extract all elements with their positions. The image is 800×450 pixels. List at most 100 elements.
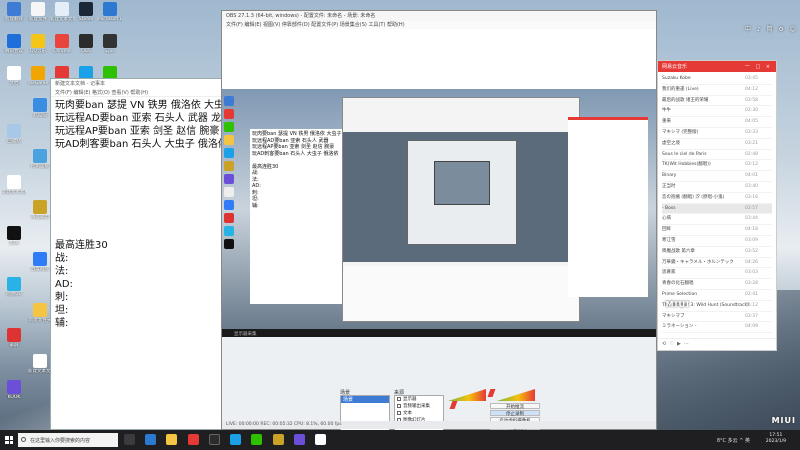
desktop-icon[interactable]: QQ音乐 xyxy=(26,34,50,54)
desktop-icon[interactable]: OBS xyxy=(74,34,98,54)
track-row[interactable]: 我们的重逢 (Live) 04:12 xyxy=(662,85,772,96)
taskbar-search[interactable]: 在这里输入你要搜索的内容 xyxy=(18,433,118,447)
track-row[interactable]: TK(Wit Hobbies(翻唱)) 03:12 xyxy=(662,160,772,172)
obs-preview[interactable]: 玩肉要ban 瑟提 VN 铁男 俄洛依 大虫子 玩远程AD要ban 亚索 石头人 … xyxy=(222,89,656,329)
notepad-content[interactable]: 玩肉要ban 瑟提 VN 铁男 俄洛依 大虫子 玩远程AD要ban 亚索 石头人… xyxy=(51,97,224,332)
desktop-icon[interactable]: 新建文件 xyxy=(26,2,50,22)
track-row[interactable]: 恋の抱擁 (翻唱) 汐 (原唱-小鬼) 03:16 xyxy=(662,193,772,204)
mute-icon[interactable] xyxy=(449,401,458,409)
desktop-icon[interactable]: 新建文本文档 xyxy=(2,174,26,195)
notepad-window[interactable]: 新建文本文档 - 记事本 文件(F) 编辑(E) 格式(O) 查看(V) 帮助(… xyxy=(50,78,225,430)
mute-icon[interactable] xyxy=(487,389,496,397)
desktop-icon[interactable]: 英雄联盟 xyxy=(28,200,52,220)
track-row[interactable]: Sous le ciel de Paris 02:48 xyxy=(662,150,772,161)
track-row[interactable]: 心病 03:44 xyxy=(662,214,772,226)
desktop-icon[interactable]: Microsoft Edge xyxy=(98,2,122,22)
obs-app-icon[interactable] xyxy=(208,434,220,445)
track-row[interactable]: マキシマ (完整版) 03:33 xyxy=(662,128,772,139)
task-view-icon[interactable] xyxy=(124,434,135,445)
obs-menu[interactable]: 文件(F) 编辑(E) 视图(V) 停靠部件(D) 配置文件(P) 场景集合(S… xyxy=(222,21,656,29)
desktop-icon-label: Chrome xyxy=(53,49,71,54)
volume-meter[interactable] xyxy=(497,389,535,401)
wechat-icon[interactable] xyxy=(251,434,263,445)
edge-icon[interactable] xyxy=(145,434,157,445)
kook-icon[interactable] xyxy=(293,434,305,445)
desktop-icon[interactable]: 百度网盘 xyxy=(28,251,52,272)
track-name: Binary xyxy=(662,173,677,179)
qq-icon[interactable] xyxy=(230,434,242,445)
track-name: Suzaku Kobe xyxy=(662,76,691,81)
desktop-icon[interactable]: Epic xyxy=(98,34,122,54)
track-row[interactable]: 降魔战歌 第六章 03:52 xyxy=(662,247,772,258)
track-row[interactable]: 重来 04:05 xyxy=(662,117,772,128)
app-icon xyxy=(33,200,47,215)
track-row[interactable]: 寒江雪 03:09 xyxy=(662,236,772,247)
notepad-app-icon[interactable] xyxy=(315,434,327,445)
desktop-icon[interactable]: 新建文本文档 xyxy=(50,2,74,22)
track-row[interactable]: ミラネーション - 04:09 xyxy=(662,322,772,334)
desktop-icon[interactable]: Chrome xyxy=(50,34,74,54)
app-icon xyxy=(7,226,21,240)
desktop-icon[interactable]: 此电脑 xyxy=(28,98,52,118)
track-row[interactable]: 回眸 04:18 xyxy=(662,225,772,236)
track-name: 我们的重逢 (Live) xyxy=(662,86,699,92)
track-row[interactable]: 正当时 03:40 xyxy=(662,182,772,193)
nested-desktop-icons xyxy=(224,93,246,323)
track-name: 虚空之境 xyxy=(662,140,680,146)
system-tray[interactable]: 8°C 多云 ^ 英 xyxy=(717,437,750,444)
volume-meter[interactable] xyxy=(448,389,486,401)
track-row[interactable]: 牛牛 02:30 xyxy=(662,106,772,118)
nested-desktop: 玩肉要ban 瑟提 VN 铁男 俄洛依 大虫子 玩远程AD要ban 亚索 石头人 … xyxy=(222,89,656,329)
obs-window[interactable]: OBS 27.1.3 (64-bit, windows) - 配置文件: 未命名… xyxy=(221,10,657,445)
track-duration: 03:40 xyxy=(745,183,758,189)
track-duration: 03:45 xyxy=(745,76,758,81)
windows-start-icon[interactable] xyxy=(5,436,13,444)
desktop-icon[interactable]: 智能翻译 xyxy=(2,2,26,22)
desktop-icon[interactable]: Steam xyxy=(74,2,98,22)
input-method-bar[interactable]: 中 ♪ 简 ⚙ ☺ xyxy=(745,24,798,34)
stop-record-button[interactable]: 停止录制 xyxy=(490,410,540,417)
track-row[interactable]: 青春の化石翻唱 03:28 xyxy=(662,279,772,290)
explorer-icon[interactable] xyxy=(166,434,178,445)
track-row[interactable]: 万華鏡・キャラメル・ホルンテック 04:26 xyxy=(662,258,772,269)
track-row[interactable]: 最后的战歌 诸王的荣耀 03:58 xyxy=(662,96,772,107)
source-toolbar[interactable]: 显示器采集 xyxy=(222,329,656,337)
desktop-icon-label: 新建文本文档 xyxy=(50,17,74,22)
desktop-icon[interactable]: 新建文件夹 xyxy=(28,302,52,323)
desktop-icon[interactable]: 回收站 xyxy=(2,123,26,144)
notepad-menu[interactable]: 文件(F) 编辑(E) 格式(O) 查看(V) 帮助(H) xyxy=(51,89,224,97)
track-row[interactable]: Binary 04:01 xyxy=(662,171,772,182)
desktop-icon[interactable]: 新建文本文档 xyxy=(28,354,52,374)
source-item[interactable]: 显示器 xyxy=(395,396,443,403)
app-icon xyxy=(7,66,21,80)
source-item[interactable]: 音频输出采集 xyxy=(395,403,443,410)
desktop-icon[interactable]: WeGame xyxy=(26,66,50,86)
track-row[interactable]: 思慕家 03:03 xyxy=(662,268,772,280)
track-row[interactable]: - Boss 02:57 xyxy=(662,203,772,215)
window-controls[interactable]: 一 □ × xyxy=(745,63,772,70)
track-row[interactable]: 虚空之境 03:21 xyxy=(662,139,772,150)
source-item[interactable]: 文本 xyxy=(395,410,443,417)
league-icon[interactable] xyxy=(272,434,284,445)
nested-preview xyxy=(343,132,579,262)
track-row[interactable]: マキシマブ 03:37 xyxy=(662,312,772,323)
taskbar: 在这里输入你要搜索的内容 8°C 多云 ^ 英 17:51 2023/1/9 xyxy=(0,430,800,450)
nested-text-line: 玩肉要ban 瑟提 VN 铁男 俄洛依 大虫子 xyxy=(252,131,342,137)
start-stream-button[interactable]: 开始推流 xyxy=(490,403,540,410)
nested-text-line: 玩远程AP要ban 亚索 剑圣 赵信 腕豪 xyxy=(252,144,335,150)
music-footer[interactable]: ⟲ ♡ ▶ ⋯ xyxy=(658,338,776,350)
desktop-icon[interactable]: 录屏 xyxy=(2,328,26,348)
desktop-icon[interactable]: 文档 xyxy=(2,66,26,86)
desktop-icon[interactable]: 腾讯会议 xyxy=(2,34,26,54)
track-row[interactable]: Suzaku Kobe 03:45 xyxy=(662,74,772,85)
desktop-icon[interactable]: 剪映 xyxy=(2,226,26,246)
music-app-icon[interactable] xyxy=(187,434,199,445)
scene-item[interactable]: 场景 xyxy=(341,396,389,403)
text-line: 法: xyxy=(55,266,69,277)
clock[interactable]: 17:51 2023/1/9 xyxy=(766,433,786,445)
track-duration: 03:12 xyxy=(745,162,758,168)
desktop-icon[interactable]: 网易UU xyxy=(2,277,26,297)
desktop-icon[interactable]: 控制面板 xyxy=(28,149,52,169)
desktop-icon[interactable]: KOOK xyxy=(2,379,26,400)
track-name: Sous le ciel de Paris xyxy=(662,151,707,157)
